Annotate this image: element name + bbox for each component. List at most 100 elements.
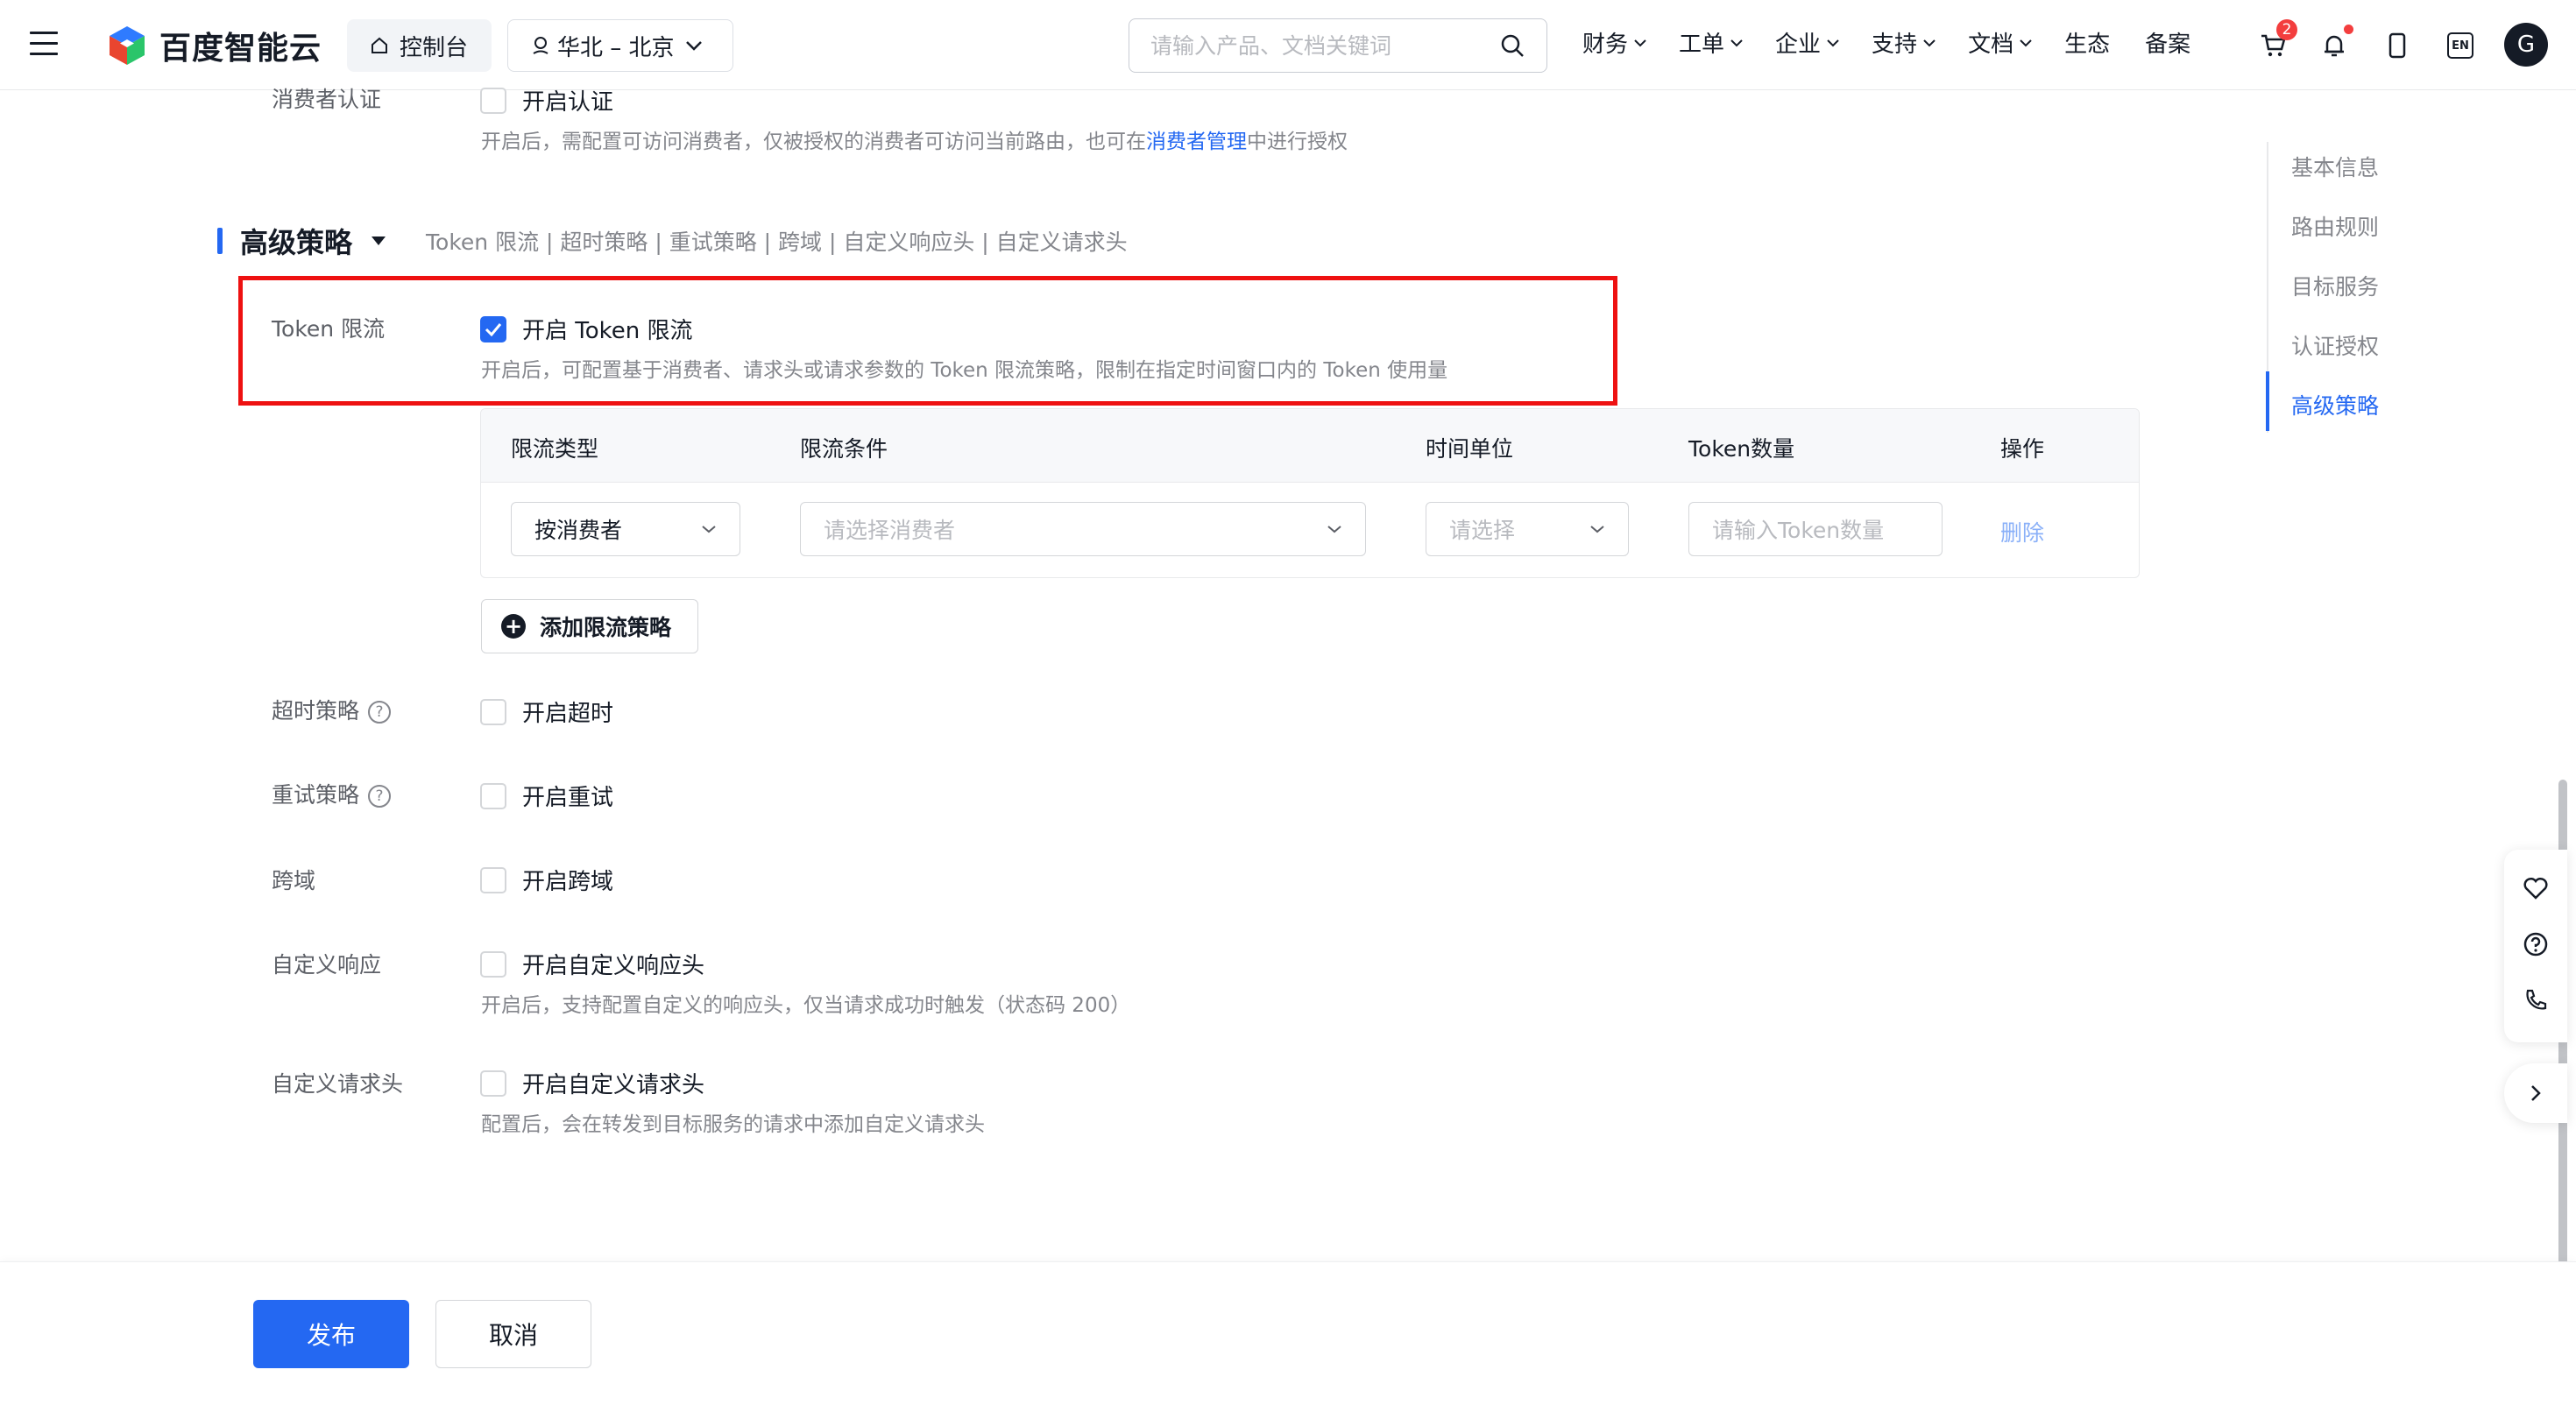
logo-text: 百度智能云 [159,31,322,67]
caret-down-icon[interactable] [372,237,386,245]
custom-request-hint: 配置后，会在转发到目标服务的请求中添加自定义请求头 [481,1113,985,1136]
help-icon[interactable] [2522,930,2550,958]
anchor-item-target-service[interactable]: 目标服务 [2291,270,2379,301]
cart-badge: 2 [2276,19,2297,40]
custom-response-label: 自定义响应 [272,952,382,978]
nav-finance[interactable]: 财务 [1582,26,1647,59]
token-limit-table: 限流类型 限流条件 时间单位 Token数量 操作 按消费者 请选择消费者 请选… [480,408,2140,578]
checkbox-label: 开启自定义响应头 [522,953,705,979]
nav-label: 生态 [2064,32,2111,58]
checkbox[interactable] [480,866,506,893]
nav-label: 财务 [1582,32,1629,58]
checkbox[interactable] [480,950,506,978]
select-placeholder: 请选择 [1449,518,1516,543]
th-action: 操作 [2000,436,2045,462]
timeout-label: 超时策略? [272,694,392,725]
checkbox-label: 开启认证 [522,89,614,116]
menu-icon[interactable] [30,32,58,56]
section-title: 高级策略 [240,226,353,259]
check-icon [485,322,502,336]
th-time-unit: 时间单位 [1426,436,1514,462]
checkbox[interactable] [480,698,506,725]
help-icon[interactable]: ? [368,701,392,724]
search-input[interactable] [1150,32,1499,59]
custom-response-hint: 开启后，支持配置自定义的响应头，仅当请求成功时触发（状态码 200） [481,994,1131,1017]
cors-checkbox[interactable]: 开启跨域 [480,864,613,896]
region-selector[interactable]: 华北 – 北京 [507,19,733,72]
anchor-item-advanced[interactable]: 高级策略 [2291,389,2379,420]
checkbox-label: 开启自定义请求头 [522,1072,705,1098]
add-limit-policy-button[interactable]: + 添加限流策略 [481,599,698,653]
nav-enterprise[interactable]: 企业 [1775,26,1840,59]
nav-label: 支持 [1872,32,1918,58]
label-text: 超时策略 [272,698,360,724]
nav-label: 工单 [1679,32,1725,58]
advanced-section-header[interactable]: 高级策略 Token 限流 | 超时策略 | 重试策略 | 跨域 | 自定义响应… [217,221,1128,261]
anchor-item-auth[interactable]: 认证授权 [2291,329,2379,361]
time-unit-select[interactable]: 请选择 [1426,502,1629,556]
anchor-item-route-rules[interactable]: 路由规则 [2291,210,2379,242]
hint-suffix: 中进行授权 [1247,131,1348,153]
heart-icon[interactable] [2522,874,2550,902]
home-icon [372,37,387,53]
phone-icon[interactable] [2522,986,2550,1014]
select-value: 按消费者 [534,518,623,543]
anchor-item-basic-info[interactable]: 基本信息 [2291,151,2379,182]
checkbox-label: 开启超时 [522,701,614,727]
custom-request-label: 自定义请求头 [272,1071,404,1097]
mobile-button[interactable] [2380,25,2415,67]
help-icon[interactable]: ? [368,785,392,808]
checkbox[interactable] [480,87,506,114]
chevron-down-icon [702,526,716,533]
logo[interactable]: 百度智能云 [105,21,322,70]
anchor-active-indicator [2266,371,2269,431]
nav-docs[interactable]: 文档 [1968,26,2033,59]
checkbox[interactable] [480,1070,506,1097]
avatar[interactable]: G [2504,23,2548,67]
search-box[interactable] [1129,18,1547,73]
token-limit-checkbox[interactable]: 开启 Token 限流 [480,313,693,345]
custom-request-checkbox[interactable]: 开启自定义请求头 [480,1067,704,1099]
notification-button[interactable] [2317,25,2353,67]
console-button[interactable]: 控制台 [347,19,492,72]
top-bar: 百度智能云 控制台 华北 – 北京 财务 工单 企业 支持 文档 [0,0,2576,90]
checkbox-label: 开启跨域 [522,869,614,895]
nav-label: 备案 [2145,32,2191,58]
consumer-management-link[interactable]: 消费者管理 [1146,131,1247,153]
add-button-label: 添加限流策略 [540,615,672,640]
cart-button[interactable]: 2 [2255,19,2297,67]
top-nav: 财务 工单 企业 支持 文档 生态 备案 [1582,26,2190,59]
token-count-input[interactable]: 请输入Token数量 [1688,502,1943,556]
cancel-button[interactable]: 取消 [435,1300,591,1368]
th-token-count: Token数量 [1688,436,1795,462]
delete-link[interactable]: 删除 [2000,520,2044,546]
search-icon[interactable] [1499,32,1525,59]
retry-label: 重试策略? [272,778,392,809]
nav-label: 企业 [1775,32,1822,58]
chevron-down-icon [1634,39,1646,46]
chevron-down-icon [1923,39,1936,46]
limit-type-select[interactable]: 按消费者 [511,502,740,556]
nav-ecosystem[interactable]: 生态 [2064,26,2110,59]
nav-filing[interactable]: 备案 [2145,26,2190,59]
custom-response-checkbox[interactable]: 开启自定义响应头 [480,948,704,980]
mobile-icon [2388,32,2406,59]
language-button[interactable]: EN [2443,25,2478,67]
consumer-select[interactable]: 请选择消费者 [800,502,1366,556]
table-cell: 请选择消费者 [800,502,1366,556]
publish-button[interactable]: 发布 [253,1300,409,1368]
chevron-down-icon [1327,526,1341,533]
nav-support[interactable]: 支持 [1872,26,1936,59]
retry-checkbox[interactable]: 开启重试 [480,780,613,812]
timeout-checkbox[interactable]: 开启超时 [480,695,613,728]
checkbox[interactable] [480,782,506,809]
cors-label: 跨域 [272,868,316,893]
checkbox-label: 开启 Token 限流 [522,318,693,344]
table-row: 按消费者 [511,502,740,556]
expand-toolbar-button[interactable] [2504,1063,2567,1123]
chevron-right-icon [2531,1085,2541,1101]
nav-ticket[interactable]: 工单 [1679,26,1744,59]
checkbox-checked[interactable] [480,315,506,342]
table-cell: 请输入Token数量 [1688,502,1943,556]
consumer-auth-checkbox[interactable]: 开启认证 [480,84,613,116]
